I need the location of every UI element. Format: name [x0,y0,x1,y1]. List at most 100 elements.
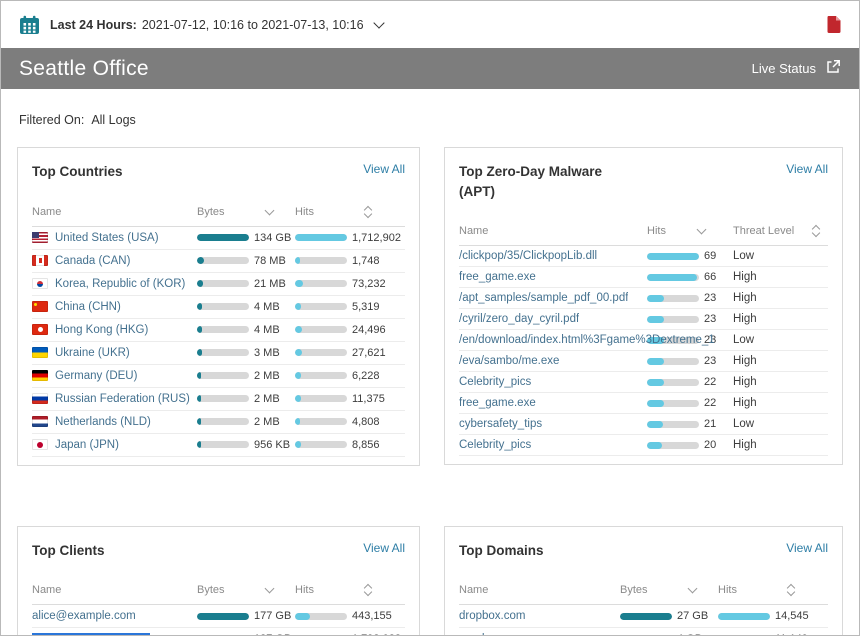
panel-top-countries: Top Countries View All NameBytesHits Uni… [17,147,420,466]
column-header-bytes[interactable]: Bytes [197,584,295,596]
name-link[interactable]: United States (USA) [55,232,159,244]
flag-kr-icon [32,278,48,289]
table-header-row: NameBytesHits [459,576,828,605]
name-link[interactable]: /eva/sambo/me.exe [459,355,559,367]
view-all-link[interactable]: View All [786,162,828,176]
flag-ca-icon [32,255,48,266]
bytes-cell: 27 GB [620,610,718,622]
filter-value: All Logs [91,113,135,127]
hits-bar [295,372,347,379]
column-header-hits[interactable]: Hits [295,584,405,596]
flag-jp-icon [32,439,48,450]
bytes-bar [197,257,249,264]
hits-cell: 23 [647,355,733,367]
view-all-link[interactable]: View All [363,162,405,176]
name-link[interactable]: Celebrity_pics [459,439,531,451]
bytes-value: 78 MB [254,255,286,267]
table-row: Ukraine (UKR)3 MB27,621 [32,342,405,365]
flag-ua-icon [32,347,48,358]
hits-bar [647,274,699,281]
column-header-name[interactable]: Name [32,584,197,596]
table-row: Celebrity_pics22High [459,372,828,393]
name-link[interactable]: Japan (JPN) [55,439,119,451]
bytes-value: 4 MB [254,301,280,313]
hits-bar [647,421,699,428]
time-range-label: Last 24 Hours: [50,18,137,32]
table-row: cybersafety_tips21Low [459,414,828,435]
name-link[interactable]: Russian Federation (RUS) [55,393,190,405]
name-link[interactable]: Hong Kong (HKG) [55,324,148,336]
export-pdf-icon[interactable] [827,16,841,33]
name-link[interactable]: free_game.exe [459,271,536,283]
panel-title: Top Zero-Day Malware (APT) [459,162,634,201]
filter-label: Filtered On: [19,113,84,127]
name-link[interactable]: Germany (DEU) [55,370,137,382]
name-link[interactable]: Celebrity_pics [459,376,531,388]
table-row: Canada (CAN) 78 MB 1,748 [32,250,405,273]
bytes-bar [197,441,249,448]
hits-cell: 22 [647,397,733,409]
hits-value: 22 [704,397,716,409]
column-header-bytes[interactable]: Bytes [197,206,295,218]
calendar-icon[interactable] [19,15,40,35]
name-link[interactable]: /en/download/index.html%3Fgame%3Dextreme… [459,334,715,346]
table-row: United States (USA)134 GB1,712,902 [32,227,405,250]
bytes-value: 3 MB [254,347,280,359]
column-header-name[interactable]: Name [459,225,647,237]
view-all-link[interactable]: View All [363,541,405,555]
name-link[interactable]: /apt_samples/sample_pdf_00.pdf [459,292,628,304]
hits-bar [295,326,347,333]
hits-value: 73,232 [352,278,386,290]
column-header-hits[interactable]: Hits [647,225,733,237]
name-cell: /eva/sambo/me.exe [459,355,647,367]
name-link[interactable]: China (CHN) [55,301,121,313]
name-cell: Celebrity_pics [459,376,647,388]
table-row: pandora.com4 GB11,149 [459,628,828,636]
name-link[interactable]: alice@example.com [32,610,136,622]
column-header-name[interactable]: Name [32,206,197,218]
name-link[interactable]: Ukraine (UKR) [55,347,130,359]
name-link[interactable]: Korea, Republic of (KOR) [55,278,185,290]
table-row: alice@example.com177 GB443,155 [32,605,405,628]
table-header-row: NameBytesHits [32,198,405,227]
table-row: Hong Kong (HKG)4 MB24,496 [32,319,405,342]
bytes-value: 177 GB [254,610,291,622]
name-link[interactable]: dropbox.com [459,610,525,622]
threat-level-value: High [733,292,828,304]
time-range-selector[interactable]: Last 24 Hours: 2021-07-12, 10:16 to 2021… [50,18,383,32]
page-header: Seattle Office Live Status [1,48,859,89]
threat-level-value: Low [733,250,828,262]
column-header-name[interactable]: Name [459,584,620,596]
sort-toggle-icon [365,585,371,595]
name-link[interactable]: cybersafety_tips [459,418,542,430]
bytes-bar [197,280,249,287]
name-link[interactable]: Canada (CAN) [55,255,130,267]
hits-bar [295,418,347,425]
name-link[interactable]: /clickpop/35/ClickpopLib.dll [459,250,597,262]
live-status-button[interactable]: Live Status [752,59,841,78]
column-header-bytes[interactable]: Bytes [620,584,718,596]
name-cell: /clickpop/35/ClickpopLib.dll [459,250,647,262]
hits-value: 23 [704,355,716,367]
flag-hk-icon [32,324,48,335]
name-cell: cybersafety_tips [459,418,647,430]
column-header-hits[interactable]: Hits [718,584,828,596]
column-header-hits[interactable]: Hits [295,206,405,218]
hits-cell: 14,545 [718,610,828,622]
column-header-threat-level[interactable]: Threat Level [733,225,828,237]
bytes-cell: 2 MB [197,393,295,405]
name-link[interactable]: Netherlands (NLD) [55,416,151,428]
bytes-bar [197,326,249,333]
name-link[interactable]: free_game.exe [459,397,536,409]
selected-name-highlight[interactable] [32,633,150,636]
hits-value: 20 [704,439,716,451]
table-row: Japan (JPN)956 KB8,856 [32,434,405,457]
hits-value: 4,808 [352,416,380,428]
hits-cell: 1,748 [295,255,405,267]
name-link[interactable]: /cyril/zero_day_cyril.pdf [459,313,579,325]
table-row: Russian Federation (RUS)2 MB11,375 [32,388,405,411]
bytes-cell: 956 KB [197,439,295,451]
dashboard-window: Last 24 Hours: 2021-07-12, 10:16 to 2021… [0,0,860,636]
view-all-link[interactable]: View All [786,541,828,555]
hits-bar [647,400,699,407]
